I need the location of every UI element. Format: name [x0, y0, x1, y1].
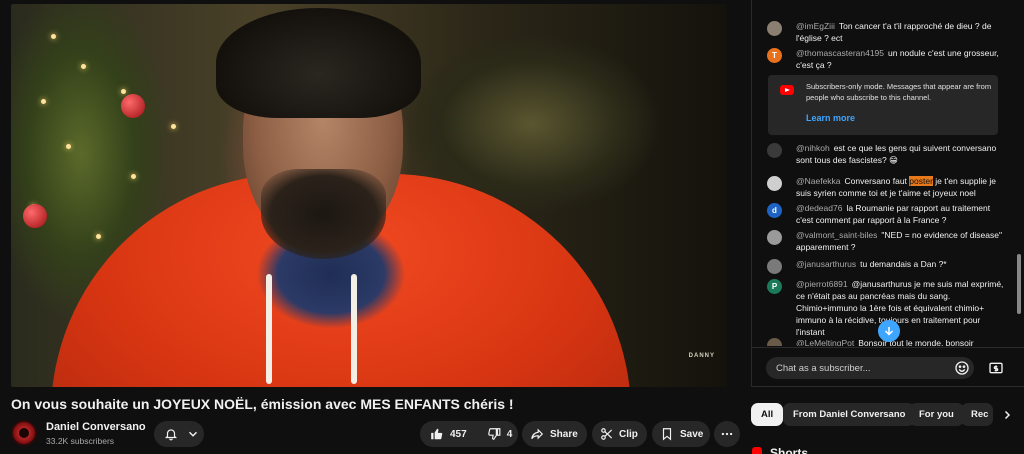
chat-scrollbar[interactable]: [1016, 4, 1022, 344]
user-avatar[interactable]: [767, 259, 782, 274]
dislike-button[interactable]: 4: [477, 421, 523, 447]
chat-username[interactable]: @janusarthurus: [796, 259, 856, 269]
learn-more-link[interactable]: Learn more: [806, 113, 855, 123]
dislike-count: 4: [506, 428, 513, 440]
decor-light: [51, 34, 56, 39]
thumbs-down-icon: [487, 428, 501, 440]
user-avatar[interactable]: d: [767, 203, 782, 218]
emoji-icon: 😁: [889, 155, 898, 165]
notifications-button[interactable]: [154, 421, 204, 447]
person-hair: [216, 8, 421, 118]
user-avatar[interactable]: P: [767, 279, 782, 294]
super-chat-icon[interactable]: [988, 360, 1004, 376]
chat-text: tu demandais a Dan ?*: [860, 259, 947, 269]
hoodie-string: [266, 274, 272, 384]
chat-username[interactable]: @Naefekka: [796, 176, 841, 186]
scissors-icon: [601, 428, 613, 440]
user-avatar[interactable]: [767, 143, 782, 158]
scrollbar-thumb[interactable]: [1017, 254, 1021, 314]
chat-input[interactable]: [766, 357, 974, 379]
decor-light: [66, 144, 71, 149]
shorts-section-header: Shorts: [752, 446, 808, 454]
chat-message: @Naefekka Conversano faut poster je t'en …: [767, 175, 1007, 199]
decor-light: [96, 234, 101, 239]
user-avatar[interactable]: [767, 176, 782, 191]
chat-username[interactable]: @LeMeltingPot: [796, 338, 854, 346]
clip-button[interactable]: Clip: [592, 421, 647, 447]
hoodie-string: [351, 274, 357, 384]
chat-username[interactable]: @imEgZiii: [796, 21, 835, 31]
chat-message: @janusarthurus tu demandais a Dan ?*: [767, 258, 1007, 274]
notice-text: Subscribers-only mode. Messages that app…: [806, 82, 992, 102]
decor-light: [41, 99, 46, 104]
decor-light: [171, 124, 176, 129]
chat-message: @valmont_saint-biles "NED = no evidence o…: [767, 229, 1007, 253]
arrow-down-icon: [884, 327, 894, 336]
like-count: 457: [450, 428, 467, 440]
like-button[interactable]: 457: [420, 421, 477, 447]
decor-light: [81, 64, 86, 69]
save-button[interactable]: Save: [652, 421, 710, 447]
chat-text: Bonsoir tout le monde, bonsoir: [858, 338, 974, 346]
decor-ornament: [121, 94, 145, 118]
youtube-logo-icon: [780, 85, 794, 95]
more-horizontal-icon: [721, 432, 733, 436]
scroll-to-bottom-button[interactable]: [878, 320, 900, 342]
like-dislike-group: 457 4: [420, 421, 518, 447]
user-avatar[interactable]: [767, 338, 782, 346]
chat-username[interactable]: @dedead76: [796, 203, 842, 213]
shorts-label: Shorts: [770, 446, 809, 454]
bookmark-icon: [662, 428, 672, 441]
clip-label: Clip: [619, 428, 638, 440]
chevron-down-icon: [188, 431, 198, 437]
more-actions-button[interactable]: [714, 421, 740, 447]
chip-from-channel[interactable]: From Daniel Conversano: [783, 403, 916, 426]
decor-light: [121, 89, 126, 94]
chat-username[interactable]: @thomascasteran4195: [796, 48, 884, 58]
chat-message: T @thomascasteran4195 un nodule c'est une…: [767, 47, 1007, 71]
subscriber-count: 33.2K subscribers: [46, 436, 115, 446]
share-icon: [531, 428, 544, 440]
chat-message: @imEgZiii Ton cancer t'a t'il rapproché d…: [767, 20, 1007, 44]
thumbs-up-icon: [431, 428, 443, 440]
video-player[interactable]: DANNY: [11, 4, 727, 387]
user-avatar[interactable]: [767, 230, 782, 245]
chat-message: @nihkoh est ce que les gens qui suivent c…: [767, 142, 1007, 166]
share-button[interactable]: Share: [522, 421, 587, 447]
channel-avatar[interactable]: [11, 420, 37, 446]
person-beard: [261, 169, 386, 259]
chevron-right-icon: [1004, 410, 1011, 420]
decor-ornament: [23, 204, 47, 228]
chat-username[interactable]: @valmont_saint-biles: [796, 230, 877, 240]
chat-message: d @dedead76 la Roumanie par rapport au tr…: [767, 202, 1007, 226]
video-watermark: DANNY: [688, 353, 715, 359]
emoji-picker-icon[interactable]: [954, 360, 970, 376]
chip-recent[interactable]: Rec: [961, 403, 993, 426]
shorts-icon: [752, 447, 762, 454]
user-avatar[interactable]: T: [767, 48, 782, 63]
decor-light: [131, 174, 136, 179]
chat-username[interactable]: @pierrot6891: [796, 279, 848, 289]
chip-all[interactable]: All: [751, 403, 784, 426]
save-label: Save: [680, 428, 704, 440]
chip-for-you[interactable]: For you: [909, 403, 964, 426]
chips-next-button[interactable]: [998, 406, 1016, 424]
share-label: Share: [550, 428, 578, 440]
user-avatar[interactable]: [767, 21, 782, 36]
bell-icon: [164, 429, 178, 441]
channel-name[interactable]: Daniel Conversano: [46, 421, 146, 433]
chat-username[interactable]: @nihkoh: [796, 143, 830, 153]
subscribers-only-notice: Subscribers-only mode. Messages that app…: [768, 75, 998, 135]
chat-messages[interactable]: @imEgZiii Ton cancer t'a t'il rapproché d…: [752, 0, 1014, 346]
highlighted-word: poster: [909, 176, 933, 186]
video-title: On vous souhaite un JOYEUX NOËL, émissio…: [11, 396, 514, 412]
chat-text: Conversano faut: [844, 176, 907, 186]
chat-input-area: [752, 347, 1024, 387]
live-chat-panel: @imEgZiii Ton cancer t'a t'il rapproché d…: [751, 0, 1024, 387]
